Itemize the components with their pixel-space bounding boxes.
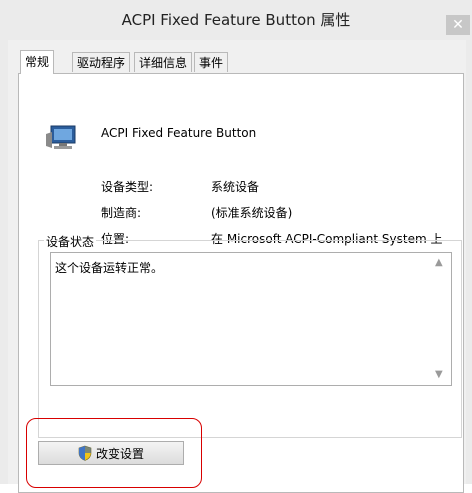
scroll-up-icon[interactable]: ▲ (435, 257, 443, 268)
highlight-annotation (26, 418, 202, 488)
manufacturer-value: (标准系统设备) (211, 206, 293, 220)
title-bar[interactable]: ACPI Fixed Feature Button 属性 ✕ (0, 0, 472, 40)
manufacturer-label: 制造商: (101, 206, 142, 220)
tab-general[interactable]: 常规 (20, 50, 55, 74)
tab-details[interactable]: 详细信息 (134, 52, 193, 72)
close-icon: ✕ (452, 17, 464, 33)
tab-events[interactable]: 事件 (194, 52, 229, 72)
window-title: ACPI Fixed Feature Button 属性 (121, 11, 351, 29)
tab-driver[interactable]: 驱动程序 (72, 52, 131, 72)
device-type-label: 设备类型: (101, 180, 154, 194)
window-frame-left (0, 40, 8, 484)
device-type-value: 系统设备 (211, 180, 260, 194)
scroll-down-icon[interactable]: ▼ (435, 369, 443, 380)
device-name: ACPI Fixed Feature Button (101, 126, 257, 140)
window-frame-right (466, 40, 472, 484)
device-status-textbox[interactable]: 这个设备运转正常。 ▲ ▼ (50, 252, 452, 386)
device-status-group-title: 设备状态 (44, 233, 97, 250)
device-status-text: 这个设备运转正常。 (55, 261, 164, 275)
close-button[interactable]: ✕ (446, 15, 470, 35)
computer-monitor-icon (46, 125, 76, 149)
